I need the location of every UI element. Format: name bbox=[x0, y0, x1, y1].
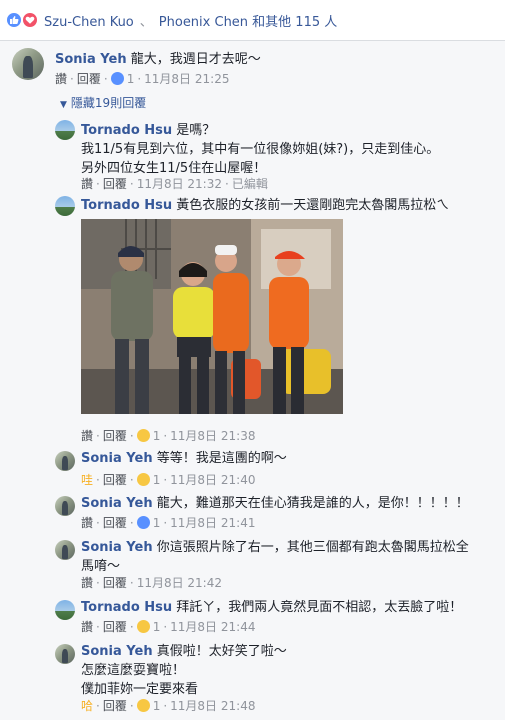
like-link[interactable]: 讚 bbox=[81, 576, 93, 590]
reactor-name-link[interactable]: Szu-Chen Kuo bbox=[44, 15, 134, 30]
avatar[interactable] bbox=[55, 196, 75, 216]
comment-timestamp[interactable]: 11月8日 21:25 bbox=[144, 72, 229, 86]
like-link[interactable]: 讚 bbox=[81, 177, 93, 191]
comment-body: Sonia Yeh 真假啦！太好笑了啦～ 怎麼這麼耍寶啦！ 僕加菲妳一定要來看 bbox=[81, 642, 287, 699]
comment-text: 怎麼這麼耍寶啦！ bbox=[81, 663, 186, 678]
avatar[interactable] bbox=[55, 451, 75, 471]
avatar[interactable] bbox=[12, 48, 44, 80]
comment-text: 龍大，我週日才去呢～ bbox=[130, 52, 261, 67]
comment-author[interactable]: Tornado Hsu bbox=[81, 600, 172, 615]
like-count-icon bbox=[136, 516, 150, 529]
comment-text: 僕加菲妳一定要來看 bbox=[81, 682, 199, 697]
reaction-count[interactable]: 1 bbox=[127, 72, 135, 86]
love-reaction-icon[interactable] bbox=[22, 12, 38, 28]
avatar[interactable] bbox=[55, 600, 75, 620]
hide-replies-link[interactable]: ▼ 隱藏19則回覆 bbox=[60, 94, 146, 111]
edited-label[interactable]: 已編輯 bbox=[232, 177, 268, 191]
comment-body: Tornado Hsu 黃色衣服的女孩前一天還剛跑完太魯閣馬拉松ㄟ bbox=[81, 196, 449, 215]
group-photo-image bbox=[81, 219, 343, 414]
reaction-count[interactable]: 1 bbox=[153, 473, 161, 487]
comment-author[interactable]: Tornado Hsu bbox=[81, 123, 172, 138]
comment-text: 馬唷～ bbox=[81, 559, 121, 574]
reply-link[interactable]: 回覆 bbox=[103, 177, 127, 191]
comment-timestamp[interactable]: 11月8日 21:41 bbox=[170, 516, 255, 530]
comment-body: Sonia Yeh 龍大，難道那天在佳心猜我是誰的人，是你！！！！！ bbox=[81, 494, 469, 513]
comment-body: Tornado Hsu 是嗎？ 我11/5有見到六位，其中有一位很像妳姐(妹?)… bbox=[81, 121, 439, 178]
like-link[interactable]: 讚 bbox=[81, 516, 93, 530]
comment-timestamp[interactable]: 11月8日 21:48 bbox=[170, 699, 255, 713]
comment-text: 你這張照片除了右一，其他三個都有跑太魯閣馬拉松全 bbox=[156, 540, 469, 555]
like-count-icon bbox=[110, 72, 124, 85]
reply-link[interactable]: 回覆 bbox=[103, 516, 127, 530]
comment-text: 另外四位女生11/5住在山屋喔！ bbox=[81, 161, 267, 176]
comment-timestamp[interactable]: 11月8日 21:40 bbox=[170, 473, 255, 487]
comment-text: 是嗎？ bbox=[176, 123, 216, 138]
comment-text: 黃色衣服的女孩前一天還剛跑完太魯閣馬拉松ㄟ bbox=[176, 198, 450, 213]
comment-thread: Sonia Yeh 龍大，我週日才去呢～ 讚 · 回覆 · 1 · 11月8日 21:25 … bbox=[0, 41, 505, 720]
comment-body: Tornado Hsu 拜託ㄚ，我們兩人竟然見面不相認，太丟臉了啦！ bbox=[81, 598, 462, 617]
caret-down-icon: ▼ bbox=[60, 100, 67, 110]
reply-link[interactable]: 回覆 bbox=[103, 620, 127, 634]
wow-link[interactable]: 哇 bbox=[81, 473, 93, 487]
comment-actions: 哈 · 回覆 · 1 · 11月8日 21:48 bbox=[81, 699, 256, 713]
comment-timestamp[interactable]: 11月8日 21:32 bbox=[137, 177, 222, 191]
comment-timestamp[interactable]: 11月8日 21:38 bbox=[170, 429, 255, 443]
like-link[interactable]: 讚 bbox=[55, 72, 67, 86]
reaction-count[interactable]: 1 bbox=[153, 429, 161, 443]
avatar[interactable] bbox=[55, 496, 75, 516]
reply-link[interactable]: 回覆 bbox=[103, 699, 127, 713]
comment-author[interactable]: Sonia Yeh bbox=[81, 451, 153, 466]
like-link[interactable]: 讚 bbox=[81, 620, 93, 634]
comment-text: 等等！我是這團的啊～ bbox=[156, 451, 287, 466]
haha-link[interactable]: 哈 bbox=[81, 699, 93, 713]
attached-photo[interactable] bbox=[81, 219, 343, 414]
reply-link[interactable]: 回覆 bbox=[77, 72, 101, 86]
reply-link[interactable]: 回覆 bbox=[103, 429, 127, 443]
comment-text: 我11/5有見到六位，其中有一位很像妳姐(妹?)，只走到佳心。 bbox=[81, 142, 440, 157]
comment-timestamp[interactable]: 11月8日 21:44 bbox=[170, 620, 255, 634]
comment-text: 龍大，難道那天在佳心猜我是誰的人，是你！！！！！ bbox=[156, 496, 469, 511]
wow-count-icon bbox=[136, 473, 150, 486]
reply-link[interactable]: 回覆 bbox=[103, 576, 127, 590]
comment-actions: 讚 · 回覆 · 1 · 11月8日 21:25 bbox=[55, 72, 230, 86]
reaction-count[interactable]: 1 bbox=[153, 620, 161, 634]
reaction-count[interactable]: 1 bbox=[153, 516, 161, 530]
comment-timestamp[interactable]: 11月8日 21:42 bbox=[137, 576, 222, 590]
comment-body: Sonia Yeh 等等！我是這團的啊～ bbox=[81, 449, 287, 468]
like-reaction-icon[interactable] bbox=[6, 12, 22, 28]
haha-count-icon bbox=[136, 699, 150, 712]
reactor-others-link[interactable]: Phoenix Chen 和其他 115 人 bbox=[159, 15, 337, 30]
avatar[interactable] bbox=[55, 644, 75, 664]
avatar[interactable] bbox=[55, 120, 75, 140]
comment-actions: 讚 · 回覆 · 11月8日 21:32 · 已編輯 bbox=[81, 177, 268, 191]
separator: 、 bbox=[139, 15, 153, 30]
comment-actions: 讚 · 回覆 · 1 · 11月8日 21:41 bbox=[81, 516, 256, 530]
reaction-count[interactable]: 1 bbox=[153, 699, 161, 713]
comment-author[interactable]: Sonia Yeh bbox=[81, 496, 153, 511]
comment-author[interactable]: Sonia Yeh bbox=[55, 52, 127, 67]
haha-count-icon bbox=[136, 620, 150, 633]
wow-count-icon bbox=[136, 429, 150, 442]
reaction-names[interactable]: Szu-Chen Kuo 、 Phoenix Chen 和其他 115 人 bbox=[44, 11, 337, 30]
reactions-bar: Szu-Chen Kuo 、 Phoenix Chen 和其他 115 人 bbox=[0, 0, 505, 41]
comment-text: 拜託ㄚ，我們兩人竟然見面不相認，太丟臉了啦！ bbox=[176, 600, 463, 615]
comment-body: Sonia Yeh 龍大，我週日才去呢～ bbox=[55, 50, 261, 69]
comment-author[interactable]: Sonia Yeh bbox=[81, 644, 153, 659]
comment-actions: 哇 · 回覆 · 1 · 11月8日 21:40 bbox=[81, 473, 256, 487]
comment-author[interactable]: Sonia Yeh bbox=[81, 540, 153, 555]
comment-actions: 讚 · 回覆 · 1 · 11月8日 21:44 bbox=[81, 620, 256, 634]
reply-link[interactable]: 回覆 bbox=[103, 473, 127, 487]
like-link[interactable]: 讚 bbox=[81, 429, 93, 443]
comment-author[interactable]: Tornado Hsu bbox=[81, 198, 172, 213]
comment-actions: 讚 · 回覆 · 11月8日 21:42 bbox=[81, 576, 222, 590]
comment-body: Sonia Yeh 你這張照片除了右一，其他三個都有跑太魯閣馬拉松全 馬唷～ bbox=[81, 538, 469, 576]
comment-text: 真假啦！太好笑了啦～ bbox=[156, 644, 287, 659]
avatar[interactable] bbox=[55, 540, 75, 560]
comment-actions: 讚 · 回覆 · 1 · 11月8日 21:38 bbox=[81, 429, 256, 443]
